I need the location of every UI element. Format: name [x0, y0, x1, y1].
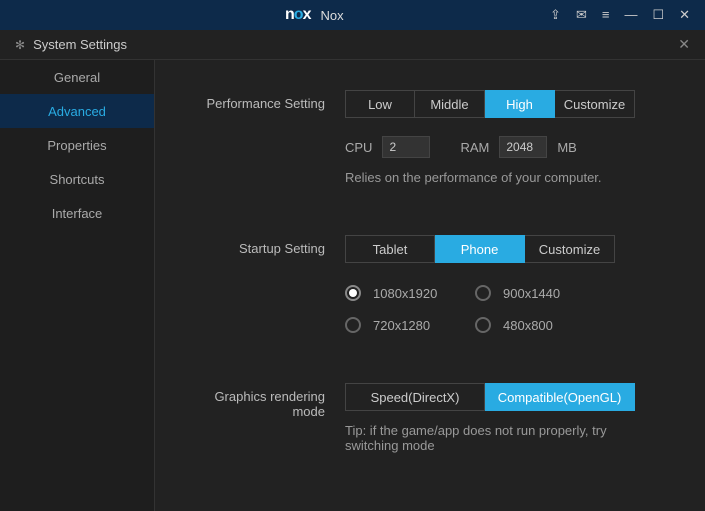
settings-header: ✻ System Settings ✕ — [0, 30, 705, 60]
close-app-icon[interactable]: ✕ — [679, 7, 690, 23]
radio-dot-icon — [345, 317, 361, 333]
perf-segmented: Low Middle High Customize — [345, 90, 675, 118]
ram-input[interactable] — [499, 136, 547, 158]
radio-dot-icon — [475, 285, 491, 301]
pin-icon[interactable]: ⇪ — [550, 7, 561, 23]
sidebar-item-advanced[interactable]: Advanced — [0, 94, 154, 128]
ram-unit: MB — [557, 140, 577, 155]
startup-phone[interactable]: Phone — [435, 235, 525, 263]
maximize-icon[interactable]: ☐ — [652, 7, 664, 23]
startup-customize[interactable]: Customize — [525, 235, 615, 263]
res-480x800[interactable]: 480x800 — [475, 317, 595, 333]
perf-label: Performance Setting — [185, 90, 345, 185]
graphics-speed[interactable]: Speed(DirectX) — [345, 383, 485, 411]
nox-logo: nox — [285, 6, 310, 24]
startup-tablet[interactable]: Tablet — [345, 235, 435, 263]
sidebar-item-properties[interactable]: Properties — [0, 128, 154, 162]
sidebar-item-interface[interactable]: Interface — [0, 196, 154, 230]
perf-hint: Relies on the performance of your comput… — [345, 170, 675, 185]
ram-label: RAM — [460, 140, 489, 155]
settings-content: Performance Setting Low Middle High Cust… — [155, 60, 705, 511]
graphics-hint: Tip: if the game/app does not run proper… — [345, 423, 625, 453]
graphics-segmented: Speed(DirectX) Compatible(OpenGL) — [345, 383, 675, 411]
startup-segmented: Tablet Phone Customize — [345, 235, 675, 263]
radio-dot-icon — [345, 285, 361, 301]
graphics-compatible[interactable]: Compatible(OpenGL) — [485, 383, 635, 411]
mail-icon[interactable]: ✉ — [576, 7, 587, 23]
perf-customize[interactable]: Customize — [555, 90, 635, 118]
cpu-input[interactable] — [382, 136, 430, 158]
radio-dot-icon — [475, 317, 491, 333]
perf-high[interactable]: High — [485, 90, 555, 118]
app-titlebar: nox Nox ⇪ ✉ ≡ — ☐ ✕ — [0, 0, 705, 30]
res-720x1280[interactable]: 720x1280 — [345, 317, 465, 333]
gear-icon: ✻ — [15, 38, 25, 52]
resolution-options: 1080x1920 900x1440 720x1280 480x800 — [345, 285, 675, 333]
res-900x1440[interactable]: 900x1440 — [475, 285, 595, 301]
sidebar-item-general[interactable]: General — [0, 60, 154, 94]
sidebar: General Advanced Properties Shortcuts In… — [0, 60, 155, 511]
close-settings-icon[interactable]: ✕ — [678, 36, 690, 53]
settings-title: System Settings — [33, 37, 127, 52]
graphics-label: Graphics rendering mode — [185, 383, 345, 453]
perf-middle[interactable]: Middle — [415, 90, 485, 118]
cpu-label: CPU — [345, 140, 372, 155]
minimize-icon[interactable]: — — [624, 7, 637, 23]
app-name: Nox — [320, 8, 343, 23]
sidebar-item-shortcuts[interactable]: Shortcuts — [0, 162, 154, 196]
res-1080x1920[interactable]: 1080x1920 — [345, 285, 465, 301]
settings-icon[interactable]: ≡ — [602, 7, 610, 23]
startup-label: Startup Setting — [185, 235, 345, 333]
perf-low[interactable]: Low — [345, 90, 415, 118]
